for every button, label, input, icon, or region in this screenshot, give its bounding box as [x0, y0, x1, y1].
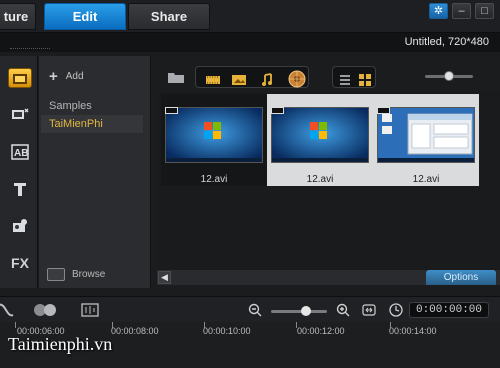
- video-clip-icon: [377, 107, 390, 114]
- view-mode-group: [332, 66, 376, 88]
- browse-label: Browse: [72, 269, 106, 280]
- scroll-left-icon[interactable]: ◀: [158, 271, 171, 284]
- add-folder-button[interactable]: + Add: [49, 68, 84, 85]
- settings-icon[interactable]: ✲: [429, 3, 448, 19]
- filter-icon[interactable]: FX: [8, 253, 32, 273]
- top-tab-bar: ture Edit Share ✲ – □: [0, 0, 500, 33]
- timecode-display[interactable]: 0:00:00:00: [409, 302, 489, 318]
- ruler-tick-label: 00:00:08:00: [111, 326, 159, 336]
- storyboard-icon[interactable]: [0, 301, 16, 319]
- media-thumbnail[interactable]: 12.avi: [161, 94, 267, 186]
- graphic-icon[interactable]: [8, 216, 32, 236]
- ruler-tick-mark: [15, 322, 16, 328]
- tab-edit[interactable]: Edit: [44, 3, 126, 30]
- timeline-view-icon[interactable]: [32, 301, 58, 319]
- folder-taimienphi[interactable]: TaiMienPhi: [41, 115, 143, 133]
- options-button[interactable]: Options: [426, 270, 496, 285]
- browse-icon: [47, 268, 65, 281]
- timeline-zoom-slider[interactable]: [271, 306, 327, 316]
- photo-filter-icon[interactable]: [230, 69, 248, 91]
- mixer-icon[interactable]: [80, 301, 100, 319]
- project-duration-icon[interactable]: [387, 301, 405, 319]
- thumbnail-preview: [271, 107, 369, 163]
- transition-icon[interactable]: [8, 104, 32, 124]
- add-label: Add: [65, 71, 84, 82]
- media-thumbnail[interactable]: 12.avi: [373, 94, 479, 186]
- thumbnail-preview: [165, 107, 263, 163]
- media-thumbnail[interactable]: 12.avi: [267, 94, 373, 186]
- maximize-icon[interactable]: □: [475, 3, 494, 19]
- project-info-bar: Untitled, 720*480: [0, 33, 500, 52]
- thumbnail-view-icon[interactable]: [358, 69, 372, 91]
- title-icon[interactable]: AB: [8, 142, 32, 162]
- plus-icon: +: [49, 68, 58, 85]
- all-media-icon[interactable]: [287, 68, 307, 90]
- media-thumbnail-grid: 12.avi 12.avi 12.avi: [157, 92, 500, 270]
- media-category-bar: AB FX: [0, 56, 38, 288]
- timeline-toolbar: 0:00:00:00: [0, 296, 500, 322]
- project-info: Untitled, 720*480: [404, 36, 489, 48]
- fit-project-icon[interactable]: [360, 301, 378, 319]
- thumbnail-caption: 12.avi: [200, 174, 228, 185]
- slider-knob[interactable]: [444, 71, 454, 81]
- minimize-icon[interactable]: –: [452, 3, 471, 19]
- window-controls: ✲ – □: [429, 3, 494, 19]
- thumbnail-size-slider[interactable]: [425, 71, 473, 81]
- media-library-icon[interactable]: [8, 68, 32, 88]
- zoom-in-icon[interactable]: [334, 301, 352, 319]
- watermark: Taimienphi.vn: [8, 334, 113, 354]
- library-scrollbar[interactable]: ◀ Options: [157, 270, 500, 285]
- list-view-icon[interactable]: [338, 69, 352, 91]
- folder-samples[interactable]: Samples: [41, 97, 143, 115]
- ruler-tick-label: 00:00:12:00: [297, 326, 345, 336]
- folder-icon[interactable]: [165, 66, 187, 88]
- video-filter-icon[interactable]: [204, 69, 222, 91]
- divider: [10, 48, 50, 50]
- ruler-tick-label: 00:00:10:00: [203, 326, 251, 336]
- media-filter-group: [195, 66, 309, 88]
- svg-text:AB: AB: [14, 148, 28, 159]
- tab-capture[interactable]: ture: [0, 3, 36, 30]
- ruler-tick-label: 00:00:14:00: [389, 326, 437, 336]
- audio-filter-icon[interactable]: [258, 69, 276, 91]
- video-clip-icon: [271, 107, 284, 114]
- text-icon[interactable]: [8, 179, 32, 199]
- library-toolbar: [157, 63, 500, 90]
- tab-share[interactable]: Share: [128, 3, 210, 30]
- thumbnail-caption: 12.avi: [306, 174, 334, 185]
- browse-button[interactable]: Browse: [47, 268, 105, 281]
- slider-knob[interactable]: [301, 306, 311, 316]
- zoom-out-icon[interactable]: [246, 301, 264, 319]
- thumbnail-preview: [377, 107, 475, 163]
- library-folder-pane: + Add Samples TaiMienPhi Browse: [39, 56, 151, 288]
- video-clip-icon: [165, 107, 178, 114]
- thumbnail-caption: 12.avi: [412, 174, 440, 185]
